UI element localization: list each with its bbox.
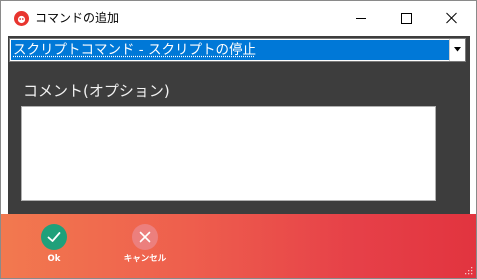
add-command-window: コマンドの追加 スクリプトコマンド - スクリプトの停止 コメント(オプション)… [0, 0, 477, 279]
resize-grip-icon[interactable] [465, 267, 473, 275]
cancel-circle[interactable] [132, 224, 158, 250]
cross-icon [139, 231, 151, 243]
cancel-label: キャンセル [123, 254, 167, 264]
minimize-icon [356, 18, 366, 19]
command-select-value[interactable]: スクリプトコマンド - スクリプトの停止 [11, 40, 449, 60]
maximize-button[interactable] [383, 1, 429, 35]
close-button[interactable] [429, 1, 475, 35]
maximize-icon [401, 13, 412, 24]
command-select[interactable]: スクリプトコマンド - スクリプトの停止 [9, 38, 466, 62]
dropdown-button[interactable] [449, 39, 465, 61]
title-bar[interactable]: コマンドの追加 [1, 1, 476, 35]
action-bar: Ok キャンセル [1, 214, 476, 278]
cancel-button[interactable]: キャンセル [115, 224, 175, 276]
ok-button[interactable]: Ok [24, 224, 84, 276]
app-logo-icon [14, 11, 29, 26]
ok-circle[interactable] [41, 224, 67, 250]
ok-label: Ok [47, 254, 61, 264]
content-panel: スクリプトコマンド - スクリプトの停止 コメント(オプション) [8, 36, 470, 214]
window-title: コマンドの追加 [35, 11, 120, 25]
chevron-down-icon [454, 47, 461, 52]
minimize-button[interactable] [338, 1, 384, 35]
comment-label: コメント(オプション) [23, 82, 170, 100]
close-icon [446, 12, 457, 24]
comment-textarea[interactable] [21, 106, 436, 201]
checkmark-icon [47, 232, 61, 242]
